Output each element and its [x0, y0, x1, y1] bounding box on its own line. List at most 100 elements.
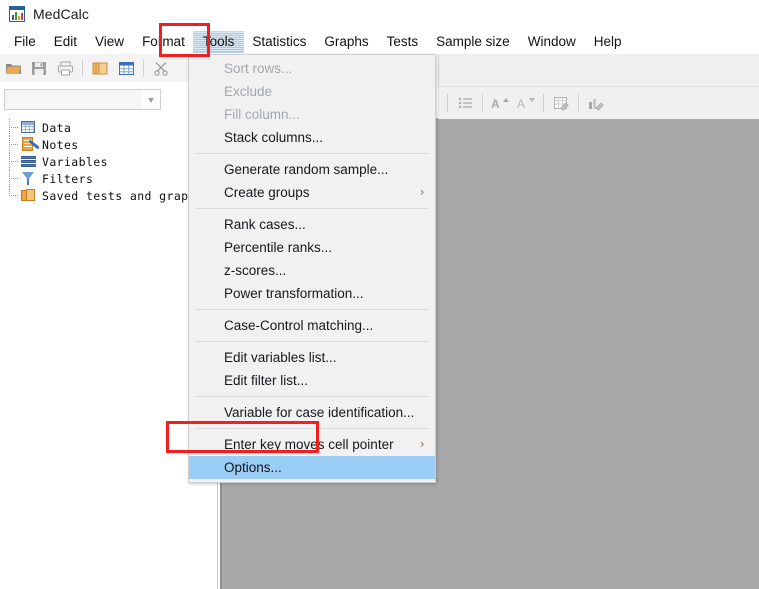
menu-item-z-scores[interactable]: z-scores... — [189, 259, 435, 282]
menu-item-case-control-matching[interactable]: Case-Control matching... — [189, 314, 435, 337]
folders-icon — [20, 188, 37, 203]
menu-item-generate-random-sample[interactable]: Generate random sample... — [189, 158, 435, 181]
menu-item-label: Enter key moves cell pointer — [224, 437, 394, 452]
menu-item-exclude[interactable]: Exclude — [189, 80, 435, 103]
menu-item-label: Options... — [224, 460, 282, 475]
menu-item-label: z-scores... — [224, 263, 287, 278]
menu-item-label: Exclude — [224, 84, 273, 99]
table-icon — [20, 120, 37, 135]
menu-bottom-padding — [189, 479, 435, 482]
menu-separator — [195, 341, 429, 342]
increase-decimals-icon[interactable]: A — [487, 91, 513, 115]
menu-item-enter-key-moves-cell-pointer[interactable]: Enter key moves cell pointer › — [189, 433, 435, 456]
menu-item-create-groups[interactable]: Create groups › — [189, 181, 435, 204]
tree-connector — [0, 170, 20, 187]
tools-dropdown-menu: Sort rows... Exclude Fill column... Stac… — [188, 54, 436, 483]
layers-icon — [20, 154, 37, 169]
menu-tests[interactable]: Tests — [378, 32, 428, 52]
menu-separator — [195, 396, 429, 397]
menu-item-label: Power transformation... — [224, 286, 364, 301]
tree-item-notes[interactable]: Notes — [0, 136, 218, 153]
menu-help[interactable]: Help — [585, 32, 631, 52]
menu-item-percentile-ranks[interactable]: Percentile ranks... — [189, 236, 435, 259]
menu-item-label: Variable for case identification... — [224, 405, 415, 420]
menu-tools[interactable]: Tools — [192, 31, 245, 53]
tree-connector — [0, 153, 20, 170]
menu-window[interactable]: Window — [519, 32, 585, 52]
spreadsheet-icon[interactable] — [113, 56, 139, 80]
title-bar: MedCalc — [0, 0, 759, 28]
chevron-right-icon: › — [420, 438, 424, 450]
menu-item-label: Rank cases... — [224, 217, 306, 232]
copy-icon[interactable] — [87, 56, 113, 80]
menu-item-label: Percentile ranks... — [224, 240, 333, 255]
project-tree: Data Notes Variables Filters Saved tests… — [0, 119, 218, 204]
menu-item-label: Case-Control matching... — [224, 318, 374, 333]
medcalc-chart-icon — [9, 6, 25, 22]
menu-item-label: Generate random sample... — [224, 162, 389, 177]
menu-item-label: Fill column... — [224, 107, 300, 122]
menu-bar: File Edit View Format Tools Statistics G… — [0, 30, 759, 54]
menu-view[interactable]: View — [86, 32, 133, 52]
svg-text:A: A — [517, 97, 525, 110]
tree-item-variables[interactable]: Variables — [0, 153, 218, 170]
bulleted-list-icon[interactable] — [452, 91, 478, 115]
notepad-pen-icon — [20, 137, 37, 152]
right-toolbar-top-strip — [438, 54, 759, 86]
tree-item-label: Variables — [42, 154, 108, 169]
cut-scissors-icon[interactable] — [148, 56, 174, 80]
medcalc-window: MedCalc File Edit View Format Tools Stat… — [0, 0, 759, 589]
open-folder-icon[interactable] — [0, 56, 26, 80]
menu-item-label: Edit variables list... — [224, 350, 337, 365]
toolbar-separator — [578, 94, 579, 112]
menu-graphs[interactable]: Graphs — [315, 32, 377, 52]
toolbar-separator — [143, 59, 144, 77]
variable-select-combo[interactable]: ▼ — [4, 89, 161, 110]
edit-table-icon[interactable] — [548, 91, 574, 115]
menu-separator — [195, 428, 429, 429]
edit-chart-icon[interactable] — [583, 91, 609, 115]
menu-separator — [195, 153, 429, 154]
menu-item-label: Create groups — [224, 185, 310, 200]
tree-item-data[interactable]: Data — [0, 119, 218, 136]
menu-statistics[interactable]: Statistics — [243, 32, 315, 52]
tree-item-label: Filters — [42, 171, 94, 186]
menu-sample-size[interactable]: Sample size — [427, 32, 519, 52]
toolbar-separator — [482, 94, 483, 112]
tree-item-saved-tests-and-graphs[interactable]: Saved tests and graphs — [0, 187, 218, 204]
tree-connector — [0, 119, 20, 136]
menu-format[interactable]: Format — [133, 32, 194, 52]
menu-item-edit-variables-list[interactable]: Edit variables list... — [189, 346, 435, 369]
toolbar-separator — [82, 59, 83, 77]
save-disk-icon[interactable] — [26, 56, 52, 80]
decrease-decimals-icon[interactable]: A — [513, 91, 539, 115]
menu-item-power-transformation[interactable]: Power transformation... — [189, 282, 435, 305]
menu-item-variable-for-case-identification[interactable]: Variable for case identification... — [189, 401, 435, 424]
left-toolbar — [0, 54, 218, 82]
menu-separator — [195, 208, 429, 209]
toolbar-separator — [447, 94, 448, 112]
menu-item-sort-rows[interactable]: Sort rows... — [189, 57, 435, 80]
project-tree-panel: Data Notes Variables Filters Saved tests… — [0, 115, 218, 589]
menu-item-rank-cases[interactable]: Rank cases... — [189, 213, 435, 236]
print-icon[interactable] — [52, 56, 78, 80]
tree-connector — [0, 136, 20, 153]
chevron-down-icon[interactable]: ▼ — [142, 90, 160, 109]
menu-item-edit-filter-list[interactable]: Edit filter list... — [189, 369, 435, 392]
menu-file[interactable]: File — [5, 32, 45, 52]
toolbar-separator — [543, 94, 544, 112]
svg-text:A: A — [491, 97, 500, 110]
menu-item-label: Sort rows... — [224, 61, 293, 76]
app-title: MedCalc — [33, 6, 89, 22]
funnel-icon — [20, 171, 37, 186]
menu-item-label: Stack columns... — [224, 130, 324, 145]
menu-item-fill-column[interactable]: Fill column... — [189, 103, 435, 126]
tree-item-label: Saved tests and graphs — [42, 188, 204, 203]
tree-item-filters[interactable]: Filters — [0, 170, 218, 187]
menu-item-options[interactable]: Options... — [189, 456, 435, 479]
menu-item-stack-columns[interactable]: Stack columns... — [189, 126, 435, 149]
menu-edit[interactable]: Edit — [45, 32, 86, 52]
menu-separator — [195, 309, 429, 310]
menu-item-label: Edit filter list... — [224, 373, 309, 388]
tree-item-label: Data — [42, 120, 72, 135]
